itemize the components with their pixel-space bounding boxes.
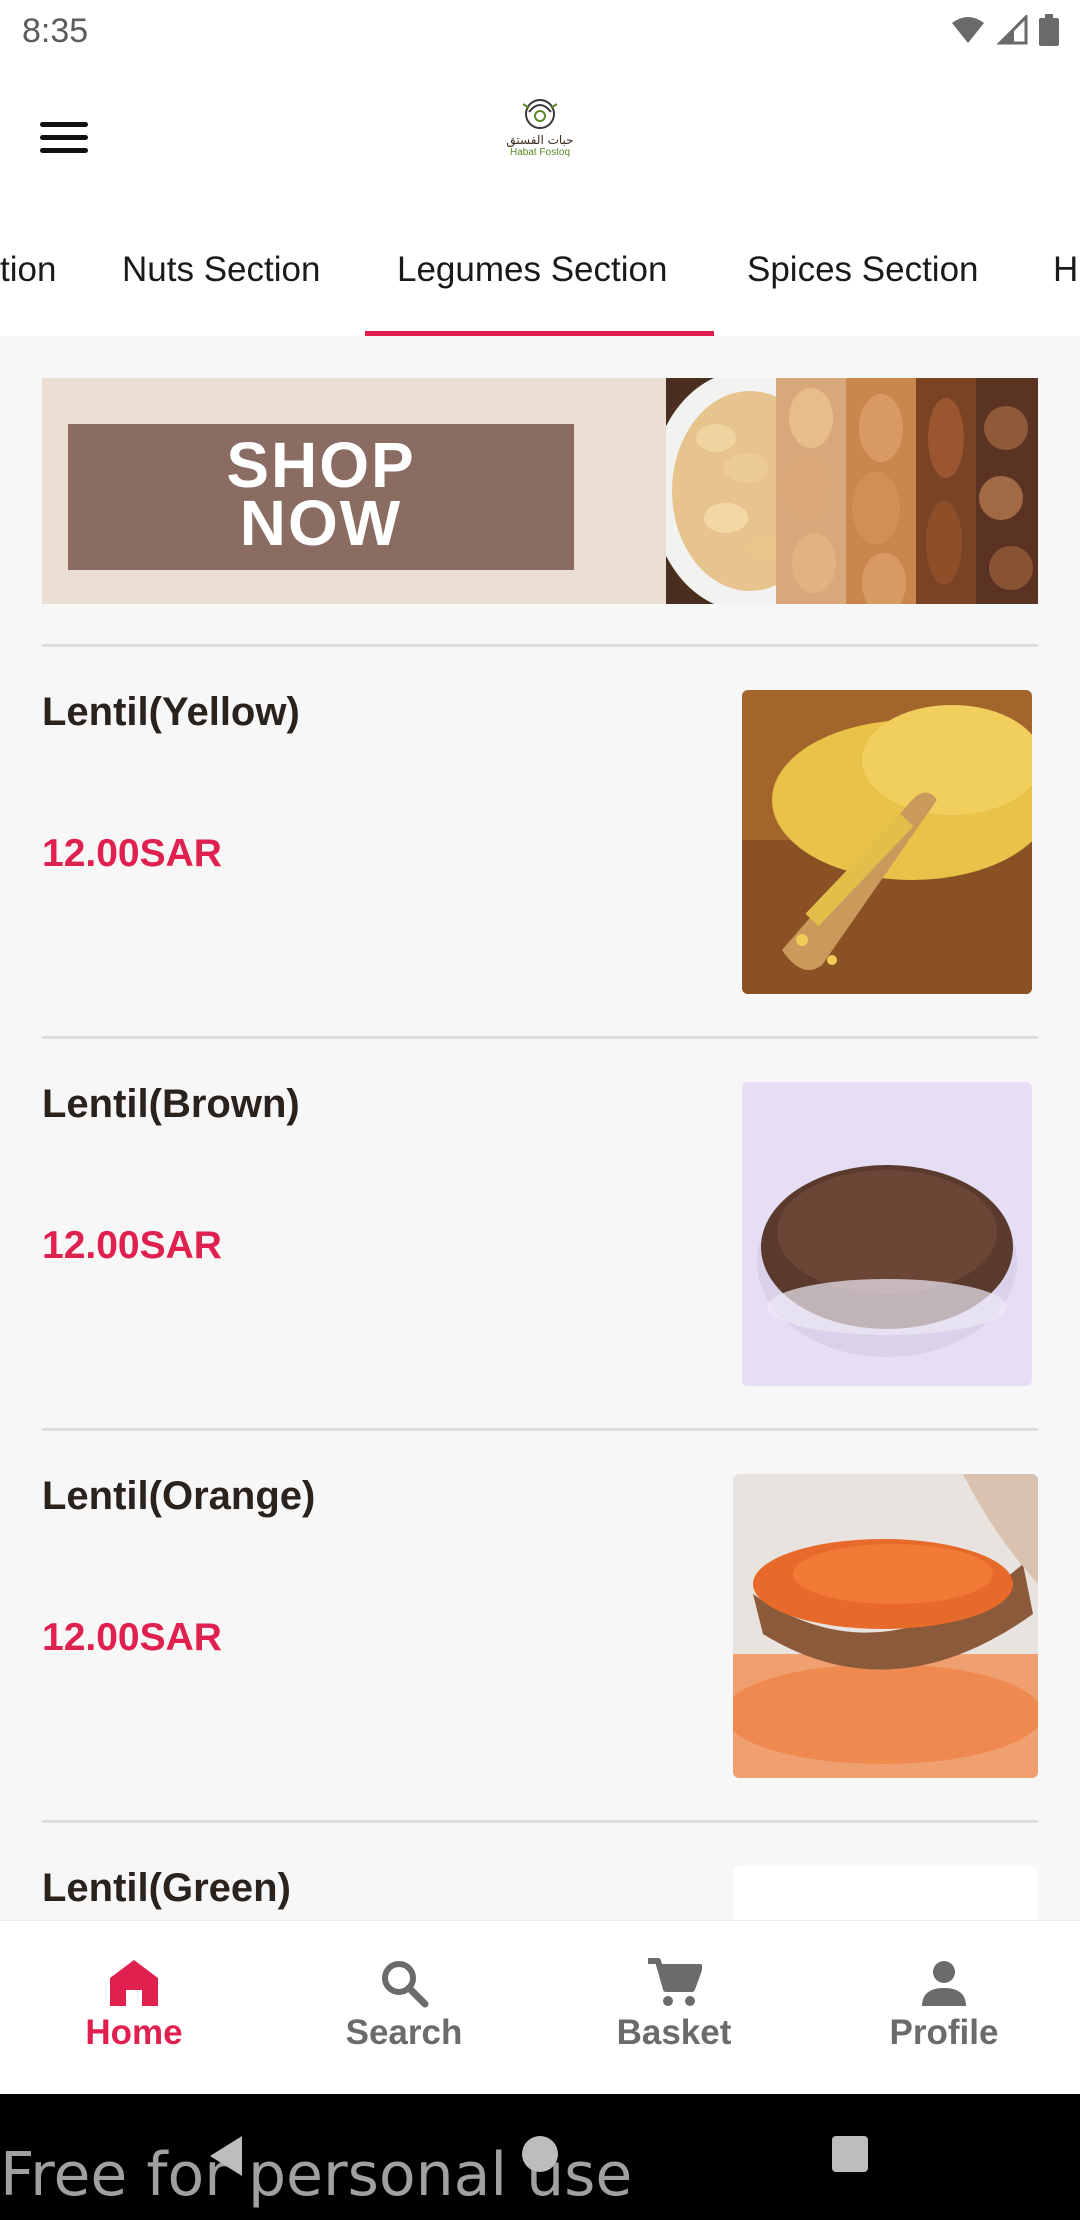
- status-time: 8:35: [22, 12, 89, 50]
- tab-nuts-section[interactable]: Nuts Section: [122, 250, 320, 290]
- hamburger-line-icon: [40, 122, 88, 127]
- battery-icon: [1039, 14, 1059, 46]
- signal-icon: [996, 15, 1028, 45]
- menu-button[interactable]: [36, 114, 92, 170]
- banner-text-box: SHOP NOW: [68, 424, 574, 570]
- product-name: Lentil(Yellow): [42, 690, 300, 734]
- tab-legumes-section[interactable]: Legumes Section: [397, 250, 667, 290]
- hamburger-line-icon: [40, 135, 88, 140]
- status-icons: [950, 14, 1060, 46]
- logo-emblem-icon: [522, 99, 558, 129]
- tab-next-section[interactable]: H: [1053, 250, 1078, 290]
- bottom-navigation: Home Search Basket Profile: [0, 1920, 1080, 2095]
- watermark-text: Free for personal use: [0, 2140, 633, 2210]
- shop-now-banner[interactable]: SHOP NOW: [42, 378, 1038, 604]
- brown-lentil-image: [742, 1082, 1032, 1386]
- product-name: Lentil(Brown): [42, 1082, 300, 1126]
- product-list: SHOP NOW Lentil(Yellow) 12.00SAR Lentil(…: [0, 336, 1080, 1920]
- app-logo: حبات الفستق Habat Fostoq: [490, 94, 590, 174]
- yellow-lentil-image: [742, 690, 1032, 994]
- orange-lentil-image: [733, 1474, 1038, 1778]
- tab-spices-section[interactable]: Spices Section: [747, 250, 979, 290]
- list-divider: [42, 1820, 1038, 1823]
- logo-arabic-text: حبات الفستق: [506, 133, 574, 147]
- list-divider: [42, 1428, 1038, 1431]
- green-lentil-image: [733, 1866, 1038, 1920]
- nav-search[interactable]: Search: [304, 1955, 504, 2053]
- banner-text-line2: NOW: [239, 487, 403, 559]
- product-price: 12.00SAR: [42, 1616, 222, 1659]
- product-name: Lentil(Orange): [42, 1474, 316, 1518]
- nav-profile[interactable]: Profile: [844, 1955, 1044, 2053]
- cart-icon: [648, 1958, 702, 2006]
- nav-basket-label: Basket: [616, 2013, 732, 2052]
- home-icon: [110, 1960, 158, 2006]
- recents-icon[interactable]: [830, 2134, 870, 2174]
- person-icon: [922, 1961, 966, 2006]
- category-tabs: tion Nuts Section Legumes Section Spices…: [0, 210, 1080, 336]
- status-bar: 8:35: [0, 0, 1080, 64]
- nav-search-label: Search: [345, 2013, 463, 2052]
- wifi-icon: [952, 17, 984, 43]
- nuts-bowl-image: [666, 378, 1038, 604]
- nav-profile-label: Profile: [889, 2013, 999, 2052]
- product-price: 12.00SAR: [42, 1224, 222, 1267]
- banner-text-line1: SHOP: [226, 429, 416, 501]
- hamburger-line-icon: [40, 148, 88, 153]
- list-divider: [42, 644, 1038, 647]
- nav-basket[interactable]: Basket: [574, 1955, 774, 2053]
- nav-home-label: Home: [85, 2013, 183, 2052]
- logo-english-text: Habat Fostoq: [509, 147, 571, 158]
- list-divider: [42, 1036, 1038, 1039]
- product-name: Lentil(Green): [42, 1866, 291, 1910]
- tab-previous-section[interactable]: tion: [0, 250, 56, 290]
- search-icon: [382, 1961, 429, 2008]
- nav-home[interactable]: Home: [34, 1955, 234, 2053]
- product-price: 12.00SAR: [42, 832, 222, 875]
